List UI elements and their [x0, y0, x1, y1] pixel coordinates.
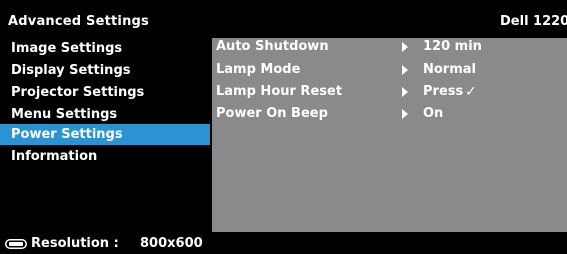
setting-value: 120 min	[423, 39, 482, 54]
sidebar-item-menu-settings[interactable]: Menu Settings	[0, 104, 210, 125]
setting-label: Lamp Mode	[216, 62, 301, 77]
osd-window: Advanced Settings Dell 1220 Image Settin…	[0, 0, 567, 254]
sidebar-item-information[interactable]: Information	[0, 146, 210, 167]
header-bar: Advanced Settings Dell 1220	[0, 4, 567, 34]
sidebar-item-label: Display Settings	[11, 63, 131, 78]
sidebar-item-label: Power Settings	[11, 127, 123, 142]
setting-row-auto-shutdown[interactable]: Auto Shutdown 120 min	[212, 36, 567, 58]
menu-title: Advanced Settings	[8, 14, 149, 29]
sidebar: Image Settings Display Settings Projecto…	[0, 38, 210, 232]
setting-value: On	[423, 106, 444, 121]
arrow-right-icon	[402, 42, 408, 52]
setting-value: Press	[423, 84, 464, 99]
setting-row-lamp-mode[interactable]: Lamp Mode Normal	[212, 59, 567, 81]
arrow-right-icon	[402, 65, 408, 75]
check-icon: ✓	[465, 84, 477, 100]
sidebar-item-image-settings[interactable]: Image Settings	[0, 38, 210, 59]
sidebar-item-power-settings[interactable]: Power Settings	[0, 124, 210, 145]
sidebar-item-label: Information	[11, 149, 98, 164]
setting-label: Auto Shutdown	[216, 39, 329, 54]
sidebar-item-label: Projector Settings	[11, 85, 145, 100]
projector-model: Dell 1220	[500, 14, 567, 29]
arrow-right-icon	[402, 109, 408, 119]
sidebar-item-display-settings[interactable]: Display Settings	[0, 60, 210, 81]
sidebar-item-projector-settings[interactable]: Projector Settings	[0, 82, 210, 103]
setting-label: Power On Beep	[216, 106, 328, 121]
resolution-icon	[5, 239, 27, 249]
setting-label: Lamp Hour Reset	[216, 84, 343, 99]
sidebar-item-label: Menu Settings	[11, 107, 118, 122]
status-footer: Resolution : 800x600	[0, 234, 567, 254]
arrow-right-icon	[402, 87, 408, 97]
sidebar-item-label: Image Settings	[11, 41, 123, 56]
setting-row-power-on-beep[interactable]: Power On Beep On	[212, 103, 567, 125]
setting-value: Normal	[423, 62, 476, 77]
resolution-label: Resolution :	[31, 236, 119, 251]
setting-row-lamp-hour-reset[interactable]: Lamp Hour Reset Press ✓	[212, 81, 567, 103]
settings-panel: Auto Shutdown 120 min Lamp Mode Normal L…	[212, 38, 567, 232]
resolution-value: 800x600	[140, 236, 203, 251]
